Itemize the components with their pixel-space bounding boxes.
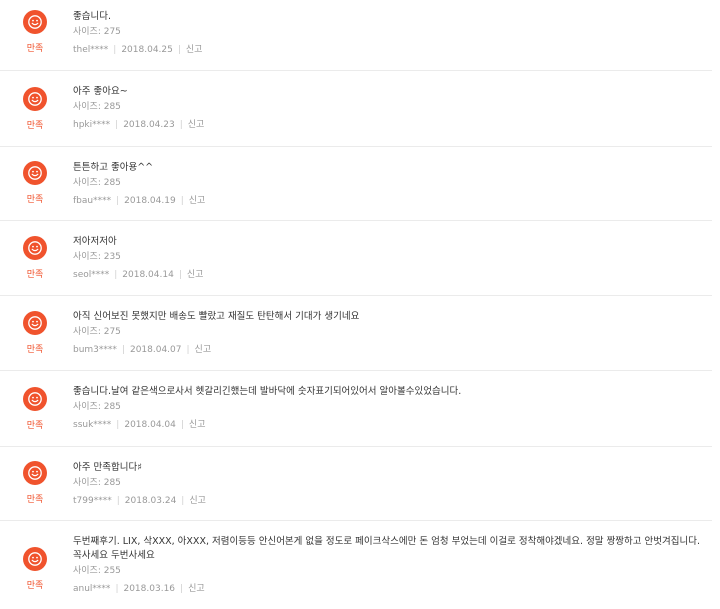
report-link[interactable]: 신고 bbox=[188, 120, 205, 130]
satisfaction-badge: 만족 bbox=[22, 161, 48, 205]
report-link[interactable]: 신고 bbox=[188, 584, 205, 594]
smiley-icon bbox=[23, 387, 47, 411]
review-date: 2018.04.07 bbox=[129, 345, 182, 355]
satisfaction-badge: 만족 bbox=[22, 461, 48, 505]
review-text: 아직 신어보진 못했지만 배송도 빨랐고 재질도 탄탄해서 기대가 생기네요 bbox=[73, 311, 360, 322]
review-item: 만족 튼튼하고 좋아용^^ 사이즈: 285 fbau**** | 2018.04.… bbox=[0, 147, 712, 221]
smiley-icon bbox=[23, 87, 47, 111]
satisfaction-label: 만족 bbox=[26, 581, 44, 591]
smiley-icon bbox=[23, 311, 47, 335]
review-content: 아주 좋아요~ 사이즈: 285 hpki**** | 2018.04.23 | 신고 bbox=[73, 85, 702, 132]
report-link[interactable]: 신고 bbox=[189, 496, 206, 506]
satisfaction-label: 만족 bbox=[26, 195, 44, 205]
smiley-icon bbox=[23, 161, 47, 185]
review-size: 사이즈: 285 bbox=[73, 402, 121, 412]
review-text: 두번째후기. LIX, 삭XXX, 아XXX, 저렴이등등 안신어본게 없을 정… bbox=[73, 536, 701, 561]
review-size: 사이즈: 285 bbox=[73, 478, 121, 488]
satisfaction-label: 만족 bbox=[26, 421, 44, 431]
review-user: hpki**** bbox=[73, 120, 111, 130]
review-item: 만족 좋습니다. 사이즈: 275 thel**** | 2018.04.25 | 신고 bbox=[0, 0, 712, 71]
review-date: 2018.04.25 bbox=[121, 45, 173, 55]
review-size: 사이즈: 285 bbox=[73, 178, 121, 188]
report-link[interactable]: 신고 bbox=[187, 270, 204, 280]
review-item: 만족 좋습니다.날여 같은색으로사서 헷갈리긴했는데 발바닥에 숫자표기되어있어… bbox=[0, 371, 712, 447]
smiley-icon bbox=[23, 236, 47, 260]
review-content: 좋습니다. 사이즈: 275 thel**** | 2018.04.25 | 신고 bbox=[73, 10, 702, 57]
smiley-icon bbox=[23, 547, 47, 571]
review-item: 만족 저아저저아 사이즈: 235 seol**** | 2018.04.14 | 신고 bbox=[0, 221, 712, 296]
review-size: 사이즈: 285 bbox=[73, 102, 121, 112]
review-content: 저아저저아 사이즈: 235 seol**** | 2018.04.14 | 신고 bbox=[73, 235, 702, 282]
satisfaction-badge: 만족 bbox=[22, 311, 48, 355]
review-text: 아주 좋아요~ bbox=[73, 86, 128, 97]
review-meta: bum3**** | 2018.04.07 | 신고 bbox=[73, 345, 212, 355]
review-content: 튼튼하고 좋아용^^ 사이즈: 285 fbau**** | 2018.04.19 |… bbox=[73, 161, 702, 208]
review-text: 튼튼하고 좋아용^^ bbox=[73, 162, 154, 173]
review-content: 두번째후기. LIX, 삭XXX, 아XXX, 저렴이등등 안신어본게 없을 정… bbox=[73, 535, 702, 596]
review-item: 만족 아직 신어보진 못했지만 배송도 빨랐고 재질도 탄탄해서 기대가 생기네… bbox=[0, 296, 712, 371]
satisfaction-badge: 만족 bbox=[22, 10, 48, 54]
review-item: 만족 아주 만족합니다♯ 사이즈: 285 t799**** | 2018.03.2… bbox=[0, 447, 712, 521]
report-link[interactable]: 신고 bbox=[189, 196, 206, 206]
report-link[interactable]: 신고 bbox=[195, 345, 212, 355]
review-date: 2018.04.19 bbox=[124, 196, 176, 206]
review-size: 사이즈: 255 bbox=[73, 566, 121, 576]
review-user: fbau**** bbox=[73, 196, 112, 206]
review-date: 2018.04.14 bbox=[122, 270, 174, 280]
review-meta: ssuk**** | 2018.04.04 | 신고 bbox=[73, 420, 206, 430]
review-size: 사이즈: 275 bbox=[73, 27, 121, 37]
review-content: 아주 만족합니다♯ 사이즈: 285 t799**** | 2018.03.24 | 신… bbox=[73, 461, 702, 508]
review-meta: seol**** | 2018.04.14 | 신고 bbox=[73, 270, 204, 280]
review-user: thel**** bbox=[73, 45, 109, 55]
review-user: anul**** bbox=[73, 584, 111, 594]
review-user: ssuk**** bbox=[73, 420, 112, 430]
satisfaction-badge: 만족 bbox=[22, 236, 48, 280]
review-text: 좋습니다. bbox=[73, 11, 111, 22]
smiley-icon bbox=[23, 461, 47, 485]
satisfaction-label: 만족 bbox=[26, 270, 44, 280]
review-meta: hpki**** | 2018.04.23 | 신고 bbox=[73, 120, 205, 130]
review-user: bum3**** bbox=[73, 345, 117, 355]
review-size: 사이즈: 235 bbox=[73, 252, 121, 262]
review-meta: t799**** | 2018.03.24 | 신고 bbox=[73, 496, 206, 506]
review-meta: anul**** | 2018.03.16 | 신고 bbox=[73, 584, 205, 594]
report-link[interactable]: 신고 bbox=[189, 420, 206, 430]
review-content: 아직 신어보진 못했지만 배송도 빨랐고 재질도 탄탄해서 기대가 생기네요 사… bbox=[73, 310, 702, 357]
review-text: 아주 만족합니다♯ bbox=[73, 462, 142, 473]
review-content: 좋습니다.날여 같은색으로사서 헷갈리긴했는데 발바닥에 숫자표기되어있어서 알… bbox=[73, 385, 702, 432]
review-meta: fbau**** | 2018.04.19 | 신고 bbox=[73, 196, 206, 206]
review-text: 저아저저아 bbox=[73, 236, 117, 247]
satisfaction-badge: 만족 bbox=[22, 387, 48, 431]
review-date: 2018.04.23 bbox=[123, 120, 175, 130]
satisfaction-label: 만족 bbox=[26, 345, 44, 355]
review-text: 좋습니다.날여 같은색으로사서 헷갈리긴했는데 발바닥에 숫자표기되어있어서 알… bbox=[73, 386, 462, 397]
review-date: 2018.04.04 bbox=[124, 420, 176, 430]
review-meta: thel**** | 2018.04.25 | 신고 bbox=[73, 45, 203, 55]
review-user: seol**** bbox=[73, 270, 110, 280]
review-item: 만족 아주 좋아요~ 사이즈: 285 hpki**** | 2018.04.23 |… bbox=[0, 71, 712, 147]
review-date: 2018.03.16 bbox=[123, 584, 176, 594]
satisfaction-badge: 만족 bbox=[22, 87, 48, 131]
satisfaction-label: 만족 bbox=[26, 495, 44, 505]
satisfaction-badge: 만족 bbox=[22, 547, 48, 591]
review-item: 만족 두번째후기. LIX, 삭XXX, 아XXX, 저렴이등등 안신어본게 없… bbox=[0, 521, 712, 609]
review-date: 2018.03.24 bbox=[124, 496, 177, 506]
report-link[interactable]: 신고 bbox=[186, 45, 203, 55]
satisfaction-label: 만족 bbox=[26, 44, 44, 54]
review-user: t799**** bbox=[73, 496, 112, 506]
review-size: 사이즈: 275 bbox=[73, 327, 121, 337]
satisfaction-label: 만족 bbox=[26, 121, 44, 131]
smiley-icon bbox=[23, 10, 47, 34]
